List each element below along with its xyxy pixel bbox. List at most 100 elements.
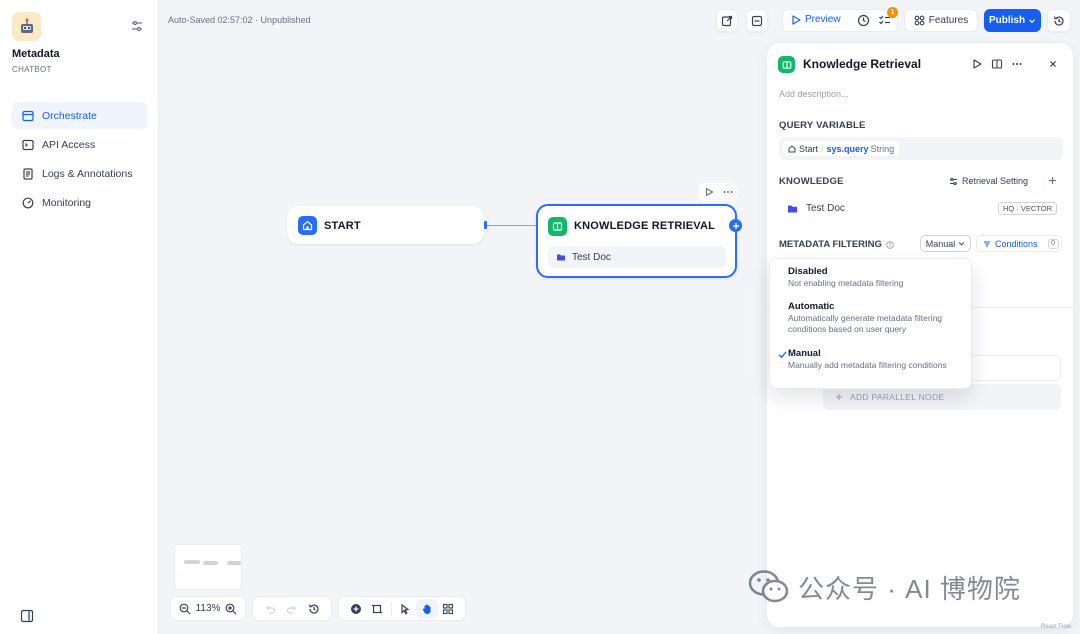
env-icon [751, 15, 763, 26]
query-variable-chip: Start / sys.query String [783, 141, 900, 156]
conditions-label: Conditions [995, 238, 1038, 249]
react-flow-attribution[interactable]: React Flow [1041, 624, 1071, 630]
qv-variable: sys.query [826, 143, 869, 154]
option-automatic[interactable]: Automatic Automatically generate metadat… [788, 301, 968, 335]
redo-icon [286, 605, 296, 614]
node-toolbar [699, 183, 737, 201]
add-knowledge-icon[interactable] [1047, 175, 1058, 186]
filter-mode-dropdown: Disabled Not enabling metadata filtering… [769, 258, 972, 389]
sidebar-item-logs[interactable]: Logs & Annotations [12, 160, 147, 187]
help-book-icon[interactable] [991, 58, 1003, 70]
add-note-button[interactable] [366, 599, 387, 619]
kr-node-doc-label: Test Doc [572, 251, 611, 263]
sidebar-item-monitoring[interactable]: Monitoring [12, 189, 147, 216]
redo-button[interactable] [281, 599, 303, 619]
sidebar-item-label: Logs & Annotations [42, 167, 133, 180]
more-icon[interactable] [723, 187, 733, 197]
query-variable-selector[interactable]: Start / sys.query String [779, 137, 1063, 160]
note-icon [372, 604, 383, 613]
app-robot-icon [12, 12, 41, 41]
sidebar-item-api-access[interactable]: API Access [12, 131, 147, 158]
start-node[interactable]: START [287, 206, 484, 244]
wechat-icon [748, 570, 789, 603]
features-button[interactable]: Features [904, 9, 978, 32]
home-icon [788, 144, 796, 152]
history-icon [308, 603, 319, 614]
option-desc: Automatically generate metadata filterin… [788, 313, 943, 334]
features-label: Features [928, 15, 969, 26]
description-input[interactable]: Add description... [779, 89, 849, 99]
minimap[interactable] [174, 544, 242, 590]
close-icon[interactable] [1047, 58, 1059, 70]
book-icon [548, 217, 567, 236]
app-name: Metadata [12, 48, 60, 60]
version-history-button[interactable] [1047, 9, 1071, 32]
knowledge-retrieval-node[interactable]: KNOWLEDGE RETRIEVAL Test Doc [536, 204, 737, 278]
pointer-mode-button[interactable] [395, 599, 416, 619]
sidebar: Metadata CHATBOT Orchestrate API Access … [0, 0, 159, 634]
conditions-button[interactable]: Conditions 0 [976, 235, 1062, 252]
file-list-icon [22, 167, 34, 180]
plus-icon [732, 222, 739, 229]
qv-separator: / [821, 143, 824, 154]
terminal-icon [22, 139, 34, 151]
checklist-badge: 1 [887, 7, 898, 18]
more-icon[interactable] [1011, 58, 1023, 70]
zoom-in-button[interactable] [223, 599, 239, 619]
option-disabled[interactable]: Disabled Not enabling metadata filtering [788, 266, 968, 289]
start-output-handle[interactable] [484, 221, 487, 229]
option-title: Manual [788, 348, 821, 359]
option-manual[interactable]: Manual Manually add metadata filtering c… [788, 348, 968, 371]
chevron-down-icon [959, 242, 965, 246]
zoom-out-button[interactable] [177, 599, 193, 619]
collapse-sidebar-icon[interactable] [20, 609, 34, 623]
history-controls [252, 596, 332, 621]
retrieval-setting-label: Retrieval Setting [962, 176, 1029, 186]
start-node-title: START [324, 220, 361, 232]
info-icon[interactable] [886, 240, 894, 249]
zoom-in-icon [225, 603, 237, 614]
sidebar-item-orchestrate[interactable]: Orchestrate [12, 102, 147, 129]
preview-button[interactable]: Preview [791, 14, 841, 25]
zoom-controls: 113% [170, 596, 246, 621]
hand-icon [422, 603, 431, 614]
panel-title: Knowledge Retrieval [803, 57, 922, 71]
add-node-button[interactable] [345, 599, 366, 619]
filter-icon [984, 241, 990, 246]
features-icon [914, 15, 925, 26]
zoom-out-icon [179, 603, 191, 614]
sidebar-item-label: API Access [42, 138, 96, 151]
run-step-icon[interactable] [971, 58, 983, 70]
organize-nodes-button[interactable] [438, 599, 459, 619]
dashboard-icon [22, 197, 34, 209]
run-node-icon[interactable] [704, 187, 714, 197]
env-variables-button[interactable] [746, 9, 768, 32]
knowledge-item-name: Test Doc [806, 202, 845, 214]
folder-icon [557, 254, 565, 261]
qv-node: Start [799, 143, 819, 154]
add-parallel-label: ADD PARALLEL NODE [850, 392, 945, 402]
app-type: CHATBOT [12, 65, 52, 74]
knowledge-label: KNOWLEDGE [779, 176, 844, 187]
filter-mode-value: Manual [925, 238, 956, 249]
import-icon [721, 15, 733, 26]
retrieval-setting-button[interactable]: Retrieval Setting [949, 176, 1028, 186]
layout-icon [22, 110, 34, 122]
knowledge-item[interactable]: Test Doc HQ · VECTOR [779, 195, 1063, 221]
change-history-button[interactable] [303, 599, 325, 619]
run-history-icon[interactable] [857, 14, 870, 27]
filter-mode-select[interactable]: Manual [920, 235, 971, 252]
publish-button[interactable]: Publish [984, 9, 1041, 32]
add-next-node-button[interactable] [729, 219, 742, 232]
minimap-node [184, 560, 200, 564]
metadata-filtering-text: METADATA FILTERING [779, 239, 882, 250]
app-settings-icon[interactable] [130, 19, 144, 33]
zoom-level: 113% [195, 603, 221, 614]
minimap-node [227, 561, 241, 565]
sidebar-item-label: Orchestrate [42, 109, 97, 122]
undo-button[interactable] [259, 599, 281, 619]
autosave-status: Auto-Saved 02:57:02 · Unpublished [168, 15, 311, 25]
hand-mode-button[interactable] [416, 598, 438, 619]
import-button[interactable] [716, 9, 738, 32]
settings-sliders-icon [950, 177, 957, 185]
